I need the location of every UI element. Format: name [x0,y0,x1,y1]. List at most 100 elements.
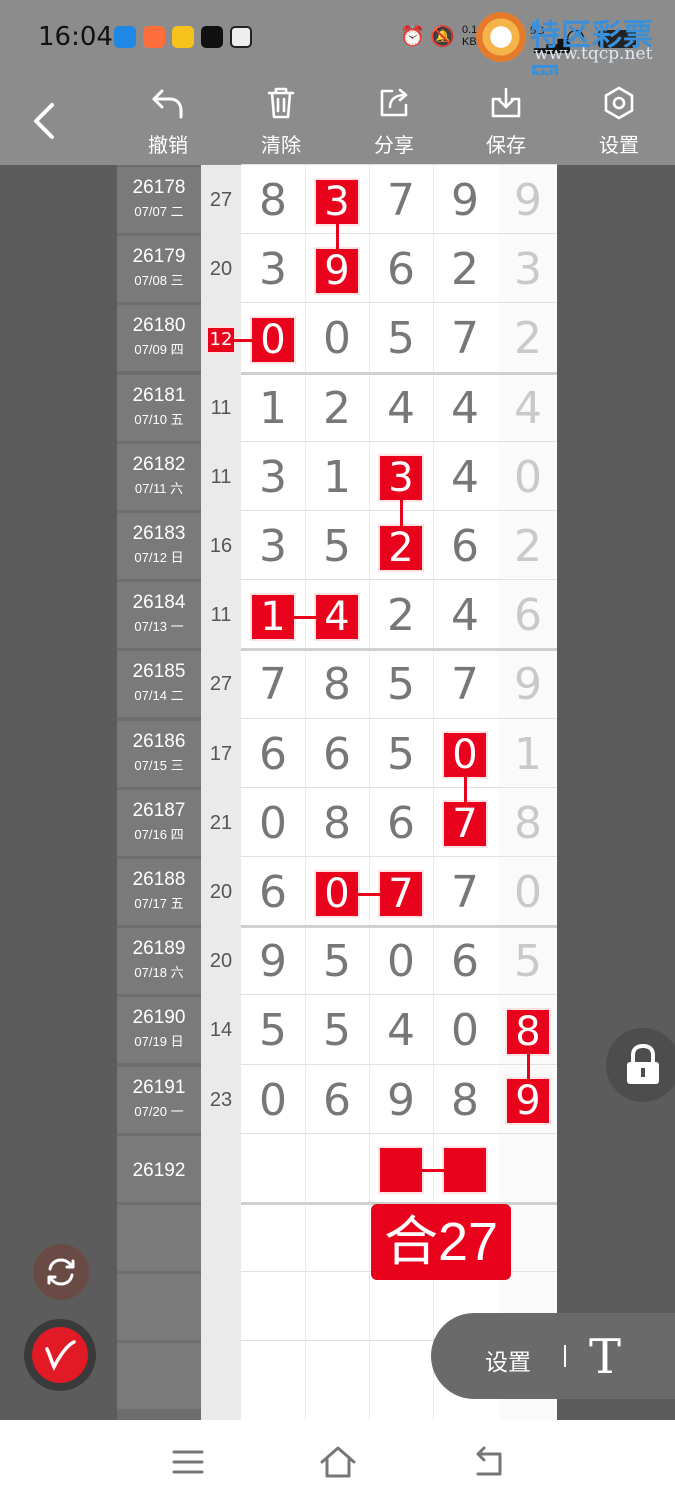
row-digit[interactable]: 7 [433,313,497,364]
empty-issue-cell [117,1205,201,1271]
row-digit[interactable]: 0 [305,313,369,364]
highlighted-digit[interactable]: 4 [316,594,358,639]
row-digit[interactable]: 4 [433,383,497,434]
highlighted-digit[interactable]: 9 [316,248,358,293]
row-divider [241,1132,499,1134]
highlighted-digit[interactable]: 8 [507,1010,549,1054]
issue-number: 26186 [132,730,186,752]
row-digit[interactable]: 0 [369,936,433,987]
text-tool-button[interactable]: T [589,1329,621,1385]
row-digit[interactable]: 5 [369,729,433,780]
extra-digit: 2 [514,521,542,572]
back-button[interactable] [30,101,64,141]
row-digit[interactable]: 5 [369,313,433,364]
row-digit[interactable]: 2 [305,383,369,434]
issue-date: 07/16 四 [134,826,184,842]
prediction-blank-box[interactable] [380,1148,422,1193]
highlighted-digit[interactable]: 0 [444,733,486,778]
save-button[interactable]: 保存 [466,85,546,158]
issue-cell: 26192 [117,1135,201,1202]
row-digit[interactable]: 5 [305,1005,369,1056]
row-digit[interactable]: 0 [241,798,305,849]
row-digit[interactable]: 6 [241,729,305,780]
extra-digit: 6 [514,590,542,642]
clear-button[interactable]: 清除 [241,85,321,158]
group-separator [241,371,499,375]
row-digit[interactable]: 9 [433,175,497,226]
row-digit[interactable]: 5 [305,521,369,572]
row-digit[interactable]: 1 [305,452,369,503]
row-digit[interactable]: 7 [433,659,497,710]
highlighted-digit[interactable]: 1 [252,594,294,639]
share-button[interactable]: 分享 [354,85,434,158]
row-digit[interactable]: 6 [305,1075,369,1126]
issue-number: 26189 [132,938,186,960]
settings-button[interactable]: 设置 [579,85,659,158]
highlighted-digit[interactable]: 0 [252,318,294,362]
empty-issue-cell [117,1343,201,1410]
row-digit[interactable]: 7 [369,175,433,226]
issue-number: 26181 [132,384,186,406]
row-divider [241,717,499,719]
row-digit[interactable]: 7 [241,659,305,710]
highlighted-digit[interactable]: 2 [380,525,422,570]
refresh-button[interactable] [33,1244,89,1300]
row-divider [241,233,499,235]
issue-date: 07/10 五 [134,411,184,427]
highlighted-digit[interactable]: 0 [316,871,358,916]
row-digit[interactable]: 4 [433,452,497,503]
highlighted-digit[interactable]: 7 [380,871,422,916]
prediction-blank-box[interactable] [444,1148,486,1193]
row-digit[interactable]: 4 [369,383,433,434]
row-digit[interactable]: 6 [433,936,497,987]
row-sum: 27 [209,189,233,211]
highlighted-digit[interactable]: 3 [316,179,358,224]
row-digit[interactable]: 7 [433,867,497,918]
row-digit[interactable]: 6 [369,798,433,849]
prediction-sum-box[interactable]: 合27 [371,1204,511,1280]
lock-button[interactable] [606,1028,675,1102]
row-sum: 21 [209,811,233,834]
row-digit[interactable]: 1 [241,383,305,434]
issue-date: 07/17 五 [134,896,184,911]
row-digit[interactable]: 4 [369,1005,433,1056]
highlighted-digit[interactable]: 3 [380,456,422,501]
row-digit[interactable]: 9 [241,936,305,987]
undo-button[interactable]: 撤销 [128,85,208,158]
row-digit[interactable]: 6 [369,244,433,295]
drawing-settings-button[interactable]: 设置 [485,1343,531,1377]
row-digit[interactable]: 5 [369,659,433,710]
avatar-app-icon [230,26,252,48]
row-digit[interactable]: 8 [241,175,305,226]
row-digit[interactable]: 0 [241,1075,305,1126]
row-digit[interactable]: 0 [433,1005,497,1056]
row-digit[interactable]: 8 [305,798,369,849]
row-digit[interactable]: 3 [241,452,305,503]
highlighted-digit[interactable]: 7 [444,802,486,847]
issue-number: 26192 [132,1159,186,1181]
row-digit[interactable]: 3 [241,244,305,295]
menu-nav-button[interactable] [168,1442,208,1482]
row-digit[interactable]: 8 [305,659,369,710]
highlighted-sum[interactable]: 12 [208,328,234,352]
highlighted-digit[interactable]: 9 [507,1079,549,1124]
extra-digit: 5 [514,936,542,988]
row-digit[interactable]: 2 [369,590,433,641]
row-digit[interactable]: 4 [433,590,497,641]
row-digit[interactable]: 6 [305,729,369,780]
row-digit[interactable]: 5 [305,936,369,987]
home-nav-button[interactable] [318,1442,358,1482]
back-nav-button[interactable] [468,1442,508,1482]
row-digit[interactable]: 8 [433,1075,497,1126]
issue-number: 26178 [132,177,186,198]
row-digit[interactable]: 9 [369,1075,433,1126]
highlight-connector [294,615,316,619]
issue-number: 26191 [132,1076,186,1098]
row-digit[interactable]: 5 [241,1005,305,1056]
row-digit[interactable]: 3 [241,521,305,572]
row-digit[interactable]: 6 [241,867,305,918]
pen-tool-button[interactable] [24,1319,96,1391]
watermark-logo-icon [476,12,526,62]
row-digit[interactable]: 2 [433,244,497,295]
row-digit[interactable]: 6 [433,521,497,572]
